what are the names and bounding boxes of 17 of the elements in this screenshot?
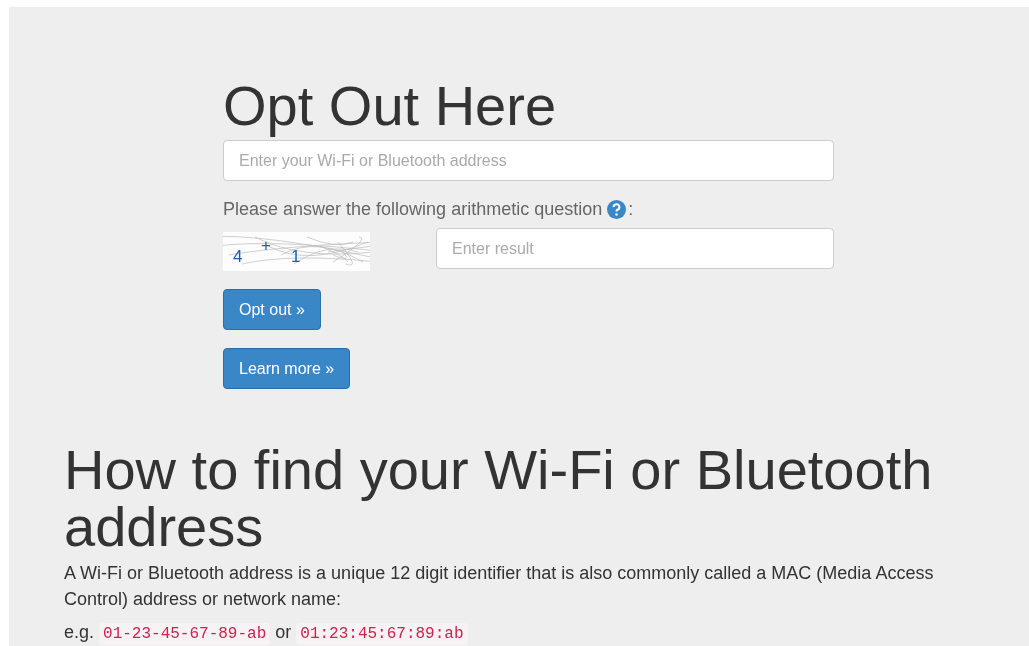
mac-address-example: 01:23:45:67:89:ab (296, 623, 468, 645)
section-heading: How to find your Wi-Fi or Bluetooth address (64, 441, 934, 555)
address-input-field[interactable]: Enter your Wi-Fi or Bluetooth address (223, 140, 834, 181)
page-title: Opt Out Here (223, 77, 558, 135)
example-label: e.g. (64, 622, 95, 643)
question-label: Please answer the following arithmetic question (223, 199, 603, 220)
action-button[interactable]: Learn more » (223, 348, 351, 389)
description-text: A Wi-Fi or Bluetooth address is a unique 12 digit identifier that is also commonly called a MAC (Media Access Control) address or network name: (64, 562, 935, 611)
action-button[interactable]: Opt out » (223, 289, 321, 330)
question-colon: : (628, 199, 634, 220)
captcha-character: 1 (291, 247, 301, 267)
example-joiner: or (275, 622, 292, 643)
result-input-field[interactable]: Enter result (436, 228, 834, 269)
mac-address-example: 01-23-45-67-89-ab (99, 623, 271, 645)
help-icon[interactable] (607, 200, 627, 219)
captcha-character: 4 (233, 247, 243, 267)
captcha-character: + (261, 236, 271, 256)
